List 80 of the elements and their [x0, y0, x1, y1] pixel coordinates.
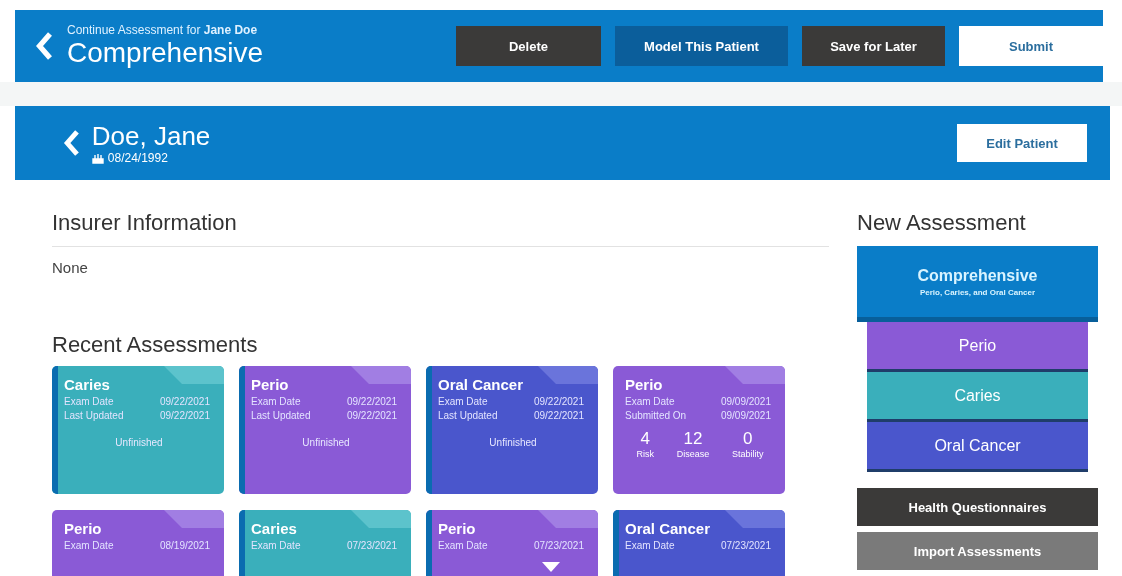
score-value: 4	[640, 429, 650, 449]
header-button[interactable]: Submit	[959, 26, 1103, 66]
card-status: Unfinished	[301, 437, 351, 448]
card-label: Submitted On	[625, 410, 687, 421]
section-heading: Recent Assessments	[52, 332, 259, 358]
header-button[interactable]: Model This Patient	[615, 26, 788, 66]
header-button[interactable]: Delete	[456, 26, 601, 66]
card-date: 07/23/2021	[346, 540, 397, 551]
card-corner-tab	[351, 366, 411, 384]
card-title: Oral Cancer	[438, 376, 525, 393]
card-title: Caries	[251, 520, 298, 537]
header-subtitle: Continue Assessment for Jane Doe	[67, 23, 259, 37]
section-heading: New Assessment	[857, 210, 1027, 236]
caret-icon[interactable]	[542, 562, 560, 572]
card-date: 07/23/2021	[533, 540, 584, 551]
assessment-option[interactable]: Caries	[867, 372, 1088, 422]
assessment-option[interactable]: Oral Cancer	[867, 422, 1088, 472]
card-title: Oral Cancer	[625, 520, 712, 537]
card-date: 09/22/2021	[533, 396, 584, 407]
cake-icon	[91, 152, 104, 164]
card-label: Exam Date	[251, 396, 301, 407]
score-label: Disease	[676, 449, 710, 459]
assessment-card[interactable]: Oral Cancer Exam Date 09/22/2021 Last Updated 09/22/2021 Unfinished	[426, 366, 598, 494]
header-button[interactable]: Save for Later	[802, 26, 945, 66]
score-label: Stability	[732, 449, 764, 459]
assessment-option[interactable]: Perio	[867, 322, 1088, 372]
header-title: Comprehensive	[67, 37, 265, 69]
card-date: 09/22/2021	[159, 410, 210, 421]
score-label: Risk	[636, 449, 654, 459]
assessment-card[interactable]: Caries Exam Date 09/22/2021 Last Updated 09/22/2021 Unfinished	[52, 366, 224, 494]
score-value: 12	[683, 429, 703, 449]
assessment-card[interactable]: Perio Exam Date 08/19/2021	[52, 510, 224, 576]
birth-date: 08/24/1992	[107, 151, 168, 165]
card-corner-tab	[164, 510, 224, 528]
action-button[interactable]: Health Questionnaires	[857, 488, 1098, 526]
back-icon[interactable]	[35, 31, 53, 61]
card-title: Perio	[251, 376, 290, 393]
card-title: Caries	[64, 376, 111, 393]
card-label: Exam Date	[438, 540, 488, 551]
edit-patient-button[interactable]: Edit Patient	[957, 124, 1087, 162]
card-corner-tab	[538, 510, 598, 528]
card-date: 09/22/2021	[533, 410, 584, 421]
card-date: 09/09/2021	[720, 410, 771, 421]
card-corner-tab	[351, 510, 411, 528]
card-label: Exam Date	[251, 540, 301, 551]
card-date: 09/22/2021	[346, 410, 397, 421]
card-label: Exam Date	[438, 396, 488, 407]
card-date: 09/22/2021	[159, 396, 210, 407]
card-date: 09/22/2021	[346, 396, 397, 407]
action-button[interactable]: Import Assessments	[857, 532, 1098, 570]
card-label: Last Updated	[251, 410, 311, 421]
card-corner-tab	[164, 366, 224, 384]
card-label: Exam Date	[64, 396, 114, 407]
assessment-card[interactable]: Perio Exam Date 09/22/2021 Last Updated 09/22/2021 Unfinished	[239, 366, 411, 494]
card-corner-tab	[538, 366, 598, 384]
comprehensive-button[interactable]: Comprehensive Perio, Caries, and Oral Cancer	[857, 246, 1098, 322]
insurer-value: None	[52, 259, 89, 276]
card-title: Perio	[64, 520, 103, 537]
card-date: 09/09/2021	[720, 396, 771, 407]
card-label: Exam Date	[625, 540, 675, 551]
card-title: Perio	[438, 520, 477, 537]
card-title: Perio	[625, 376, 664, 393]
card-date: 07/23/2021	[720, 540, 771, 551]
card-label: Last Updated	[438, 410, 498, 421]
card-date: 08/19/2021	[159, 540, 210, 551]
assessment-card[interactable]: Caries Exam Date 07/23/2021	[239, 510, 411, 576]
patient-name: Doe, Jane	[91, 121, 212, 151]
back-icon[interactable]	[63, 129, 80, 157]
card-status: Unfinished	[488, 437, 538, 448]
card-label: Exam Date	[64, 540, 114, 551]
section-heading: Insurer Information	[52, 210, 238, 236]
card-corner-tab	[725, 510, 785, 528]
score-value: 0	[743, 429, 753, 449]
assessment-card[interactable]: Oral Cancer Exam Date 07/23/2021	[613, 510, 785, 576]
assessment-card[interactable]: Perio Exam Date 07/23/2021	[426, 510, 598, 576]
card-label: Exam Date	[625, 396, 675, 407]
card-status: Unfinished	[114, 437, 164, 448]
card-corner-tab	[725, 366, 785, 384]
assessment-card[interactable]: Perio Exam Date 09/09/2021 Submitted On 09/09/2021 4 Risk 12 Disease 0 Stability	[613, 366, 785, 494]
card-label: Last Updated	[64, 410, 124, 421]
